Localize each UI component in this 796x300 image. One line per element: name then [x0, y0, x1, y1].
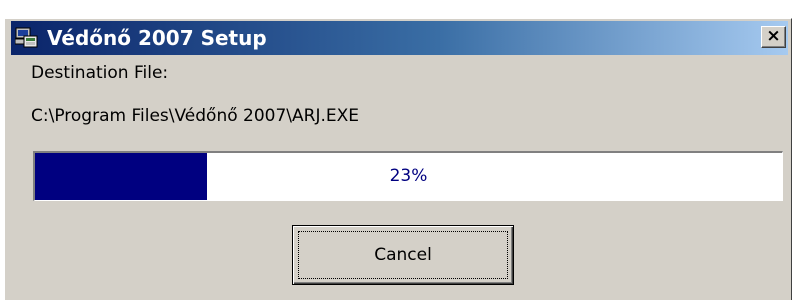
- setup-dialog: Védőnő 2007 Setup × Destination File: C:…: [4, 18, 792, 300]
- close-button[interactable]: ×: [761, 26, 786, 48]
- title-bar[interactable]: Védőnő 2007 Setup ×: [11, 21, 788, 55]
- destination-file-label: Destination File:: [31, 63, 169, 83]
- progress-percent: 23%: [389, 166, 428, 186]
- cancel-button[interactable]: Cancel: [292, 225, 514, 285]
- window-title: Védőnő 2007 Setup: [47, 26, 267, 50]
- destination-path: C:\Program Files\Védőnő 2007\ARJ.EXE: [31, 106, 360, 126]
- cancel-button-label: Cancel: [298, 231, 508, 279]
- progress-bar: 23%: [33, 151, 783, 201]
- installer-computer-icon: [14, 27, 39, 49]
